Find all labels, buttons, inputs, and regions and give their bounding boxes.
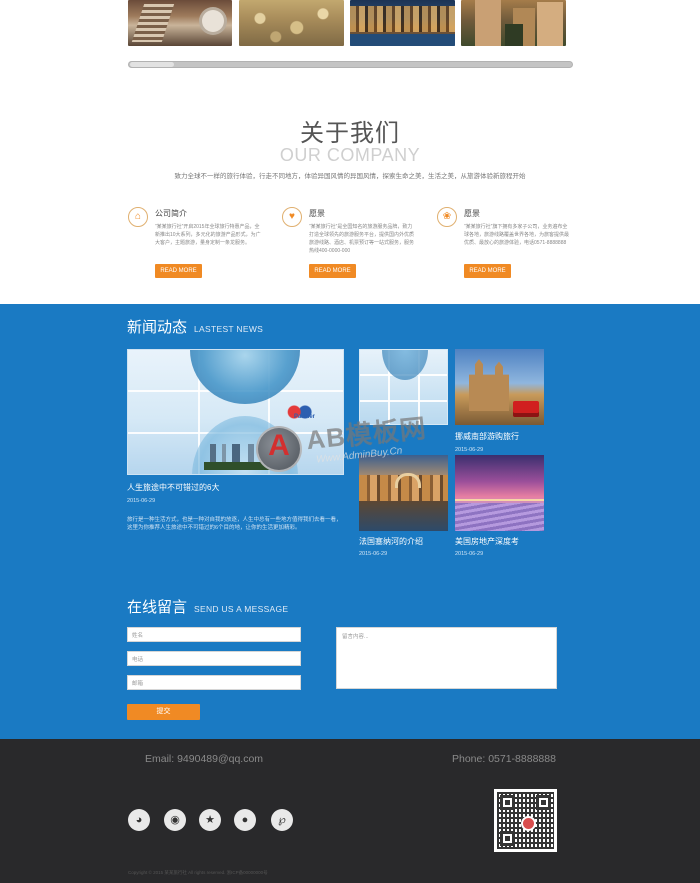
news-main-caption[interactable]: 人生旅途中不可错过的6大 — [127, 482, 219, 493]
feature-title: 愿景 — [309, 209, 325, 218]
phone-field[interactable]: 电话 — [127, 651, 301, 666]
news-main-date: 2015-06-29 — [127, 498, 156, 504]
read-more-button[interactable]: READ MORE — [464, 264, 511, 278]
message-textarea[interactable]: 留言内容... — [336, 627, 557, 689]
news-main-image[interactable]: Partner — [127, 349, 344, 475]
news-title-en: LASTEST NEWS — [194, 324, 264, 334]
qq-icon[interactable]: ◕ — [128, 809, 150, 831]
news-thumb-venice[interactable] — [359, 455, 448, 531]
footer-phone[interactable]: Phone: 0571-8888888 — [452, 753, 556, 765]
star-icon[interactable]: ★ — [199, 809, 221, 831]
tencent-weibo-icon[interactable]: ℘ — [271, 809, 293, 831]
news-title-cn: 新闻动态 — [127, 319, 188, 336]
news-thumb-hourglass[interactable] — [359, 349, 448, 425]
message-title-cn: 在线留言 — [127, 599, 188, 616]
news-section-title: 新闻动态 LASTEST NEWS — [127, 316, 263, 337]
about-description: 致力全球不一样的旅行体验，行走不同地方，体验异国风情的异国风情，探索生命之美，生… — [174, 173, 526, 180]
read-more-button[interactable]: READ MORE — [309, 264, 356, 278]
city-skyline — [204, 444, 274, 470]
feature-vision-2: ❀ 愿景 “某某旅行社”旗下拥有多家子公司，业务遍布全球各地，旅游线路覆盖世界各… — [437, 207, 587, 282]
hourglass-top — [190, 350, 300, 404]
gallery-photo-street[interactable] — [461, 0, 566, 46]
qr-finder — [500, 795, 515, 810]
footer — [0, 739, 700, 883]
qr-code — [494, 789, 557, 852]
about-title: 关于我们 — [300, 119, 400, 147]
partner-logo-text: Partner — [294, 414, 316, 420]
feature-title: 愿景 — [464, 209, 480, 218]
feature-text: “某某旅行社”是全国知名的旅游服务品牌，致力打造全球领先的旅游服务平台，提供国内… — [309, 224, 415, 254]
gallery-photo-pebbles[interactable] — [239, 0, 344, 46]
gallery-scrollbar-thumb[interactable] — [130, 62, 174, 67]
news-thumb-lavender[interactable] — [455, 455, 544, 531]
feature-company-intro: ⌂ 公司简介 “某某旅行社”开启2015年全球旅行特惠产品，全新推出10大系列，… — [128, 207, 278, 282]
feature-text: “某某旅行社”旗下拥有多家子公司，业务遍布全球各地，旅游线路覆盖世界各地，为旅客… — [464, 224, 570, 246]
feature-text: “某某旅行社”开启2015年全球旅行特惠产品，全新推出10大系列，多元化的旅游产… — [155, 224, 261, 246]
qr-code-pattern — [497, 792, 554, 849]
paw-icon: ❀ — [437, 207, 457, 227]
qr-logo-icon — [521, 816, 536, 831]
news-item-caption[interactable]: 美国房地产深度考 — [455, 536, 519, 547]
about-subtitle: OUR COMPANY — [279, 145, 421, 165]
submit-button[interactable]: 提交 — [127, 704, 200, 720]
footer-email[interactable]: Email: 9490489@qq.com — [145, 753, 263, 765]
gallery-scrollbar[interactable] — [128, 61, 573, 68]
news-main-summary: 旅行是一种生活方式，也是一种对自我的放逐，人生中总有一些地方值得我们去看一看，这… — [127, 517, 342, 531]
home-icon: ⌂ — [128, 207, 148, 227]
news-thumb-london[interactable] — [455, 349, 544, 425]
wechat-icon[interactable]: ● — [234, 809, 256, 831]
news-item-date: 2015-06-29 — [455, 551, 484, 557]
message-section-title: 在线留言 SEND US A MESSAGE — [127, 596, 288, 617]
message-title-en: SEND US A MESSAGE — [194, 604, 289, 614]
copyright: Copyright © 2015 某某旅行社 All rights reserv… — [128, 870, 268, 875]
news-item-date: 2015-06-29 — [359, 551, 388, 557]
feature-vision: ♥ 愿景 “某某旅行社”是全国知名的旅游服务品牌，致力打造全球领先的旅游服务平台… — [282, 207, 432, 282]
news-item-caption[interactable]: 挪威南部游购旅行 — [455, 431, 519, 442]
qr-finder — [500, 831, 515, 846]
feature-title: 公司简介 — [155, 209, 187, 218]
read-more-button[interactable]: READ MORE — [155, 264, 202, 278]
news-item-date: 2015-06-29 — [455, 447, 484, 453]
weibo-icon[interactable]: ◉ — [164, 809, 186, 831]
qr-finder — [536, 795, 551, 810]
gallery-photo-steps[interactable] — [128, 0, 232, 46]
gallery-photo-canal[interactable] — [350, 0, 455, 46]
heart-icon: ♥ — [282, 207, 302, 227]
email-field[interactable]: 邮箱 — [127, 675, 301, 690]
news-item-caption[interactable]: 法国塞纳河的介绍 — [359, 536, 423, 547]
photo-gallery-strip — [128, 0, 568, 46]
name-field[interactable]: 姓名 — [127, 627, 301, 642]
